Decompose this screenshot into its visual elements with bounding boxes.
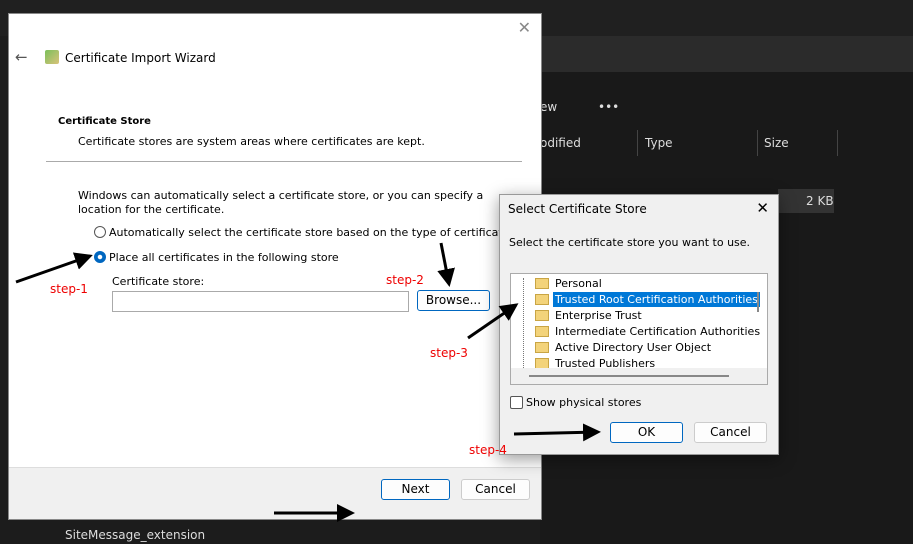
arrow-step-4 bbox=[513, 423, 601, 442]
arrow-step-3 bbox=[467, 303, 519, 340]
arrow-step-2 bbox=[437, 242, 455, 287]
arrow-step-1 bbox=[15, 252, 93, 284]
annotation-arrows bbox=[15, 242, 601, 522]
